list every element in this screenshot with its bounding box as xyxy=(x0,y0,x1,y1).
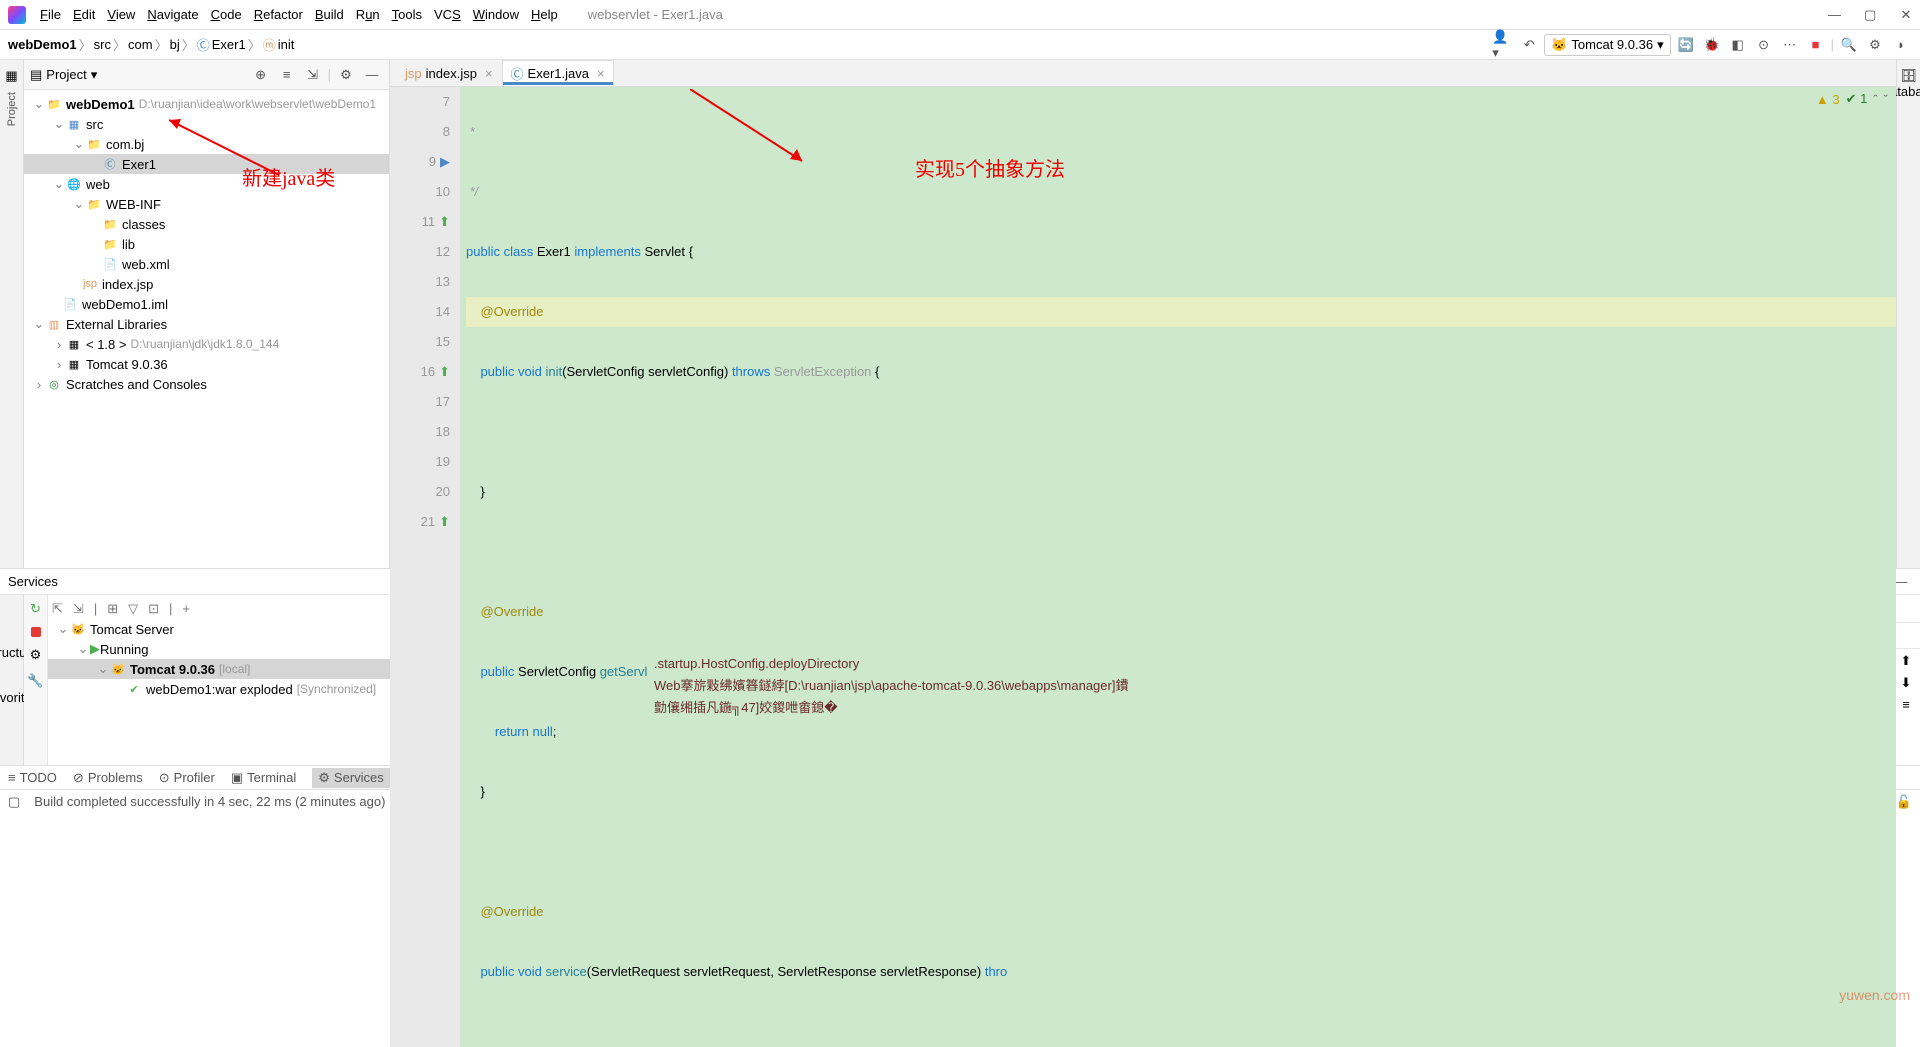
close-tab-icon[interactable]: × xyxy=(485,66,493,81)
debug-button[interactable]: 🐞 xyxy=(1701,34,1723,56)
readonly-icon[interactable]: 🔓 xyxy=(1896,794,1912,810)
menu-file[interactable]: File xyxy=(34,5,67,24)
override-gutter-icon[interactable]: ⬆ xyxy=(439,207,450,237)
stop-icon[interactable] xyxy=(31,627,41,637)
tree-item-exer1[interactable]: ⒸExer1 xyxy=(24,154,389,174)
menu-build[interactable]: Build xyxy=(309,5,350,24)
left-tool-stripe: ▦ Project xyxy=(0,60,24,568)
run-gutter-icon[interactable]: ▶ xyxy=(440,147,450,177)
editor-area: jspindex.jsp× ⒸExer1.java× 78 9 ▶ 10 11 … xyxy=(390,60,1896,568)
ide-logo-icon[interactable]: ◗ xyxy=(1890,34,1912,56)
override-gutter-icon[interactable]: ⬆ xyxy=(439,357,450,387)
menu-refactor[interactable]: Refactor xyxy=(248,5,309,24)
maximize-icon[interactable]: ▢ xyxy=(1864,7,1876,23)
menu-run[interactable]: Run xyxy=(350,5,386,24)
clear-icon[interactable]: ≡ xyxy=(1902,697,1910,712)
project-panel: ▤ Project ▾ ⊕ ≡ ⇲ | ⚙ — ⌄📁webDemo1D:\rua… xyxy=(24,60,390,568)
menu-window[interactable]: Window xyxy=(467,5,525,24)
window-title: webservlet - Exer1.java xyxy=(588,7,723,22)
settings-icon[interactable]: ⚙ xyxy=(1864,34,1886,56)
scroll-bottom-icon[interactable]: ⬇ xyxy=(1901,675,1912,691)
services-title: Services xyxy=(8,574,58,589)
menu-navigate[interactable]: Navigate xyxy=(141,5,204,24)
wrench-icon[interactable]: 🔧 xyxy=(27,673,43,689)
filter-icon[interactable]: ⚙ xyxy=(30,647,42,663)
menu-edit[interactable]: Edit xyxy=(67,5,101,24)
close-icon[interactable]: ✕ xyxy=(1900,7,1912,23)
app-logo-icon xyxy=(8,6,26,24)
tree-expand-icon[interactable]: ⇱ xyxy=(52,601,63,617)
status-icon[interactable]: ▢ xyxy=(8,794,20,810)
project-tool-icon[interactable]: ▦ xyxy=(5,68,17,84)
search-icon[interactable]: 🔍 xyxy=(1838,34,1860,56)
menu-bar: File Edit View Navigate Code Refactor Bu… xyxy=(0,0,1920,30)
collapse-all-icon[interactable]: ⇲ xyxy=(302,64,324,86)
tab-index-jsp[interactable]: jspindex.jsp× xyxy=(396,60,502,86)
database-tool-icon[interactable]: 🗄 xyxy=(1900,68,1917,84)
navigation-toolbar: webDemo1〉 src〉 com〉 bj〉 Ⓒ Exer1〉 ⓜ init … xyxy=(0,30,1920,60)
project-tree[interactable]: ⌄📁webDemo1D:\ruanjian\idea\work\webservl… xyxy=(24,90,389,568)
project-tool-label[interactable]: Project xyxy=(6,92,18,126)
coverage-button[interactable]: ◧ xyxy=(1727,34,1749,56)
scroll-top-icon[interactable]: ⬆ xyxy=(1901,653,1912,669)
terminal-tab[interactable]: ▣ Terminal xyxy=(231,770,296,786)
back-icon[interactable]: ↶ xyxy=(1518,34,1540,56)
menu-view[interactable]: View xyxy=(101,5,141,24)
inspection-indicator[interactable]: ▲ 3 ✔ 1 ˆˇ xyxy=(1816,91,1888,107)
services-tab[interactable]: ⚙ Services xyxy=(312,768,390,788)
menu-tools[interactable]: Tools xyxy=(386,5,428,24)
minimize-icon[interactable]: — xyxy=(1828,7,1840,23)
tab-exer1-java[interactable]: ⒸExer1.java× xyxy=(502,60,614,86)
panel-hide-icon[interactable]: — xyxy=(361,64,383,86)
tomcat-icon: 🐱 xyxy=(1551,37,1567,53)
select-opened-icon[interactable]: ⊕ xyxy=(250,64,272,86)
panel-settings-icon[interactable]: ⚙ xyxy=(335,64,357,86)
right-tool-stripe: 🗄 Database xyxy=(1896,60,1920,568)
menu-code[interactable]: Code xyxy=(205,5,248,24)
editor-tabs: jspindex.jsp× ⒸExer1.java× xyxy=(390,60,1896,87)
code-editor[interactable]: 78 9 ▶ 10 11 ⬆ 12131415 16 ⬆ 17181920 21… xyxy=(390,87,1896,1047)
stop-button[interactable]: ■ xyxy=(1805,34,1827,56)
breadcrumb[interactable]: webDemo1〉 src〉 com〉 bj〉 Ⓒ Exer1〉 ⓜ init xyxy=(8,35,294,54)
profiler-tab[interactable]: ⊙ Profiler xyxy=(159,770,215,786)
menu-help[interactable]: Help xyxy=(525,5,564,24)
todo-tab[interactable]: ≡ TODO xyxy=(8,770,57,785)
run-config-dropdown[interactable]: 🐱 Tomcat 9.0.36 ▾ xyxy=(1544,34,1670,56)
expand-all-icon[interactable]: ≡ xyxy=(276,64,298,86)
close-tab-icon[interactable]: × xyxy=(597,66,605,81)
gutter: 78 9 ▶ 10 11 ⬆ 12131415 16 ⬆ 17181920 21… xyxy=(390,87,460,1047)
services-toolbar: ↻ ⚙ 🔧 xyxy=(24,595,48,765)
rerun-icon[interactable]: ↻ xyxy=(30,601,41,617)
menu-vcs[interactable]: VCS xyxy=(428,5,467,24)
status-message: Build completed successfully in 4 sec, 2… xyxy=(34,794,385,809)
console-output[interactable]: .startup.HostConfig.deployDirectory Web搴… xyxy=(648,649,1892,765)
more-run-icon[interactable]: ⋯ xyxy=(1779,34,1801,56)
user-icon[interactable]: 👤▾ xyxy=(1492,34,1514,56)
run-button[interactable]: 🔄 xyxy=(1675,34,1697,56)
override-gutter-icon[interactable]: ⬆ xyxy=(439,507,450,537)
project-panel-title[interactable]: ▤ Project ▾ xyxy=(30,67,97,83)
profile-button[interactable]: ⊙ xyxy=(1753,34,1775,56)
problems-tab[interactable]: ⊘ Problems xyxy=(73,770,143,786)
